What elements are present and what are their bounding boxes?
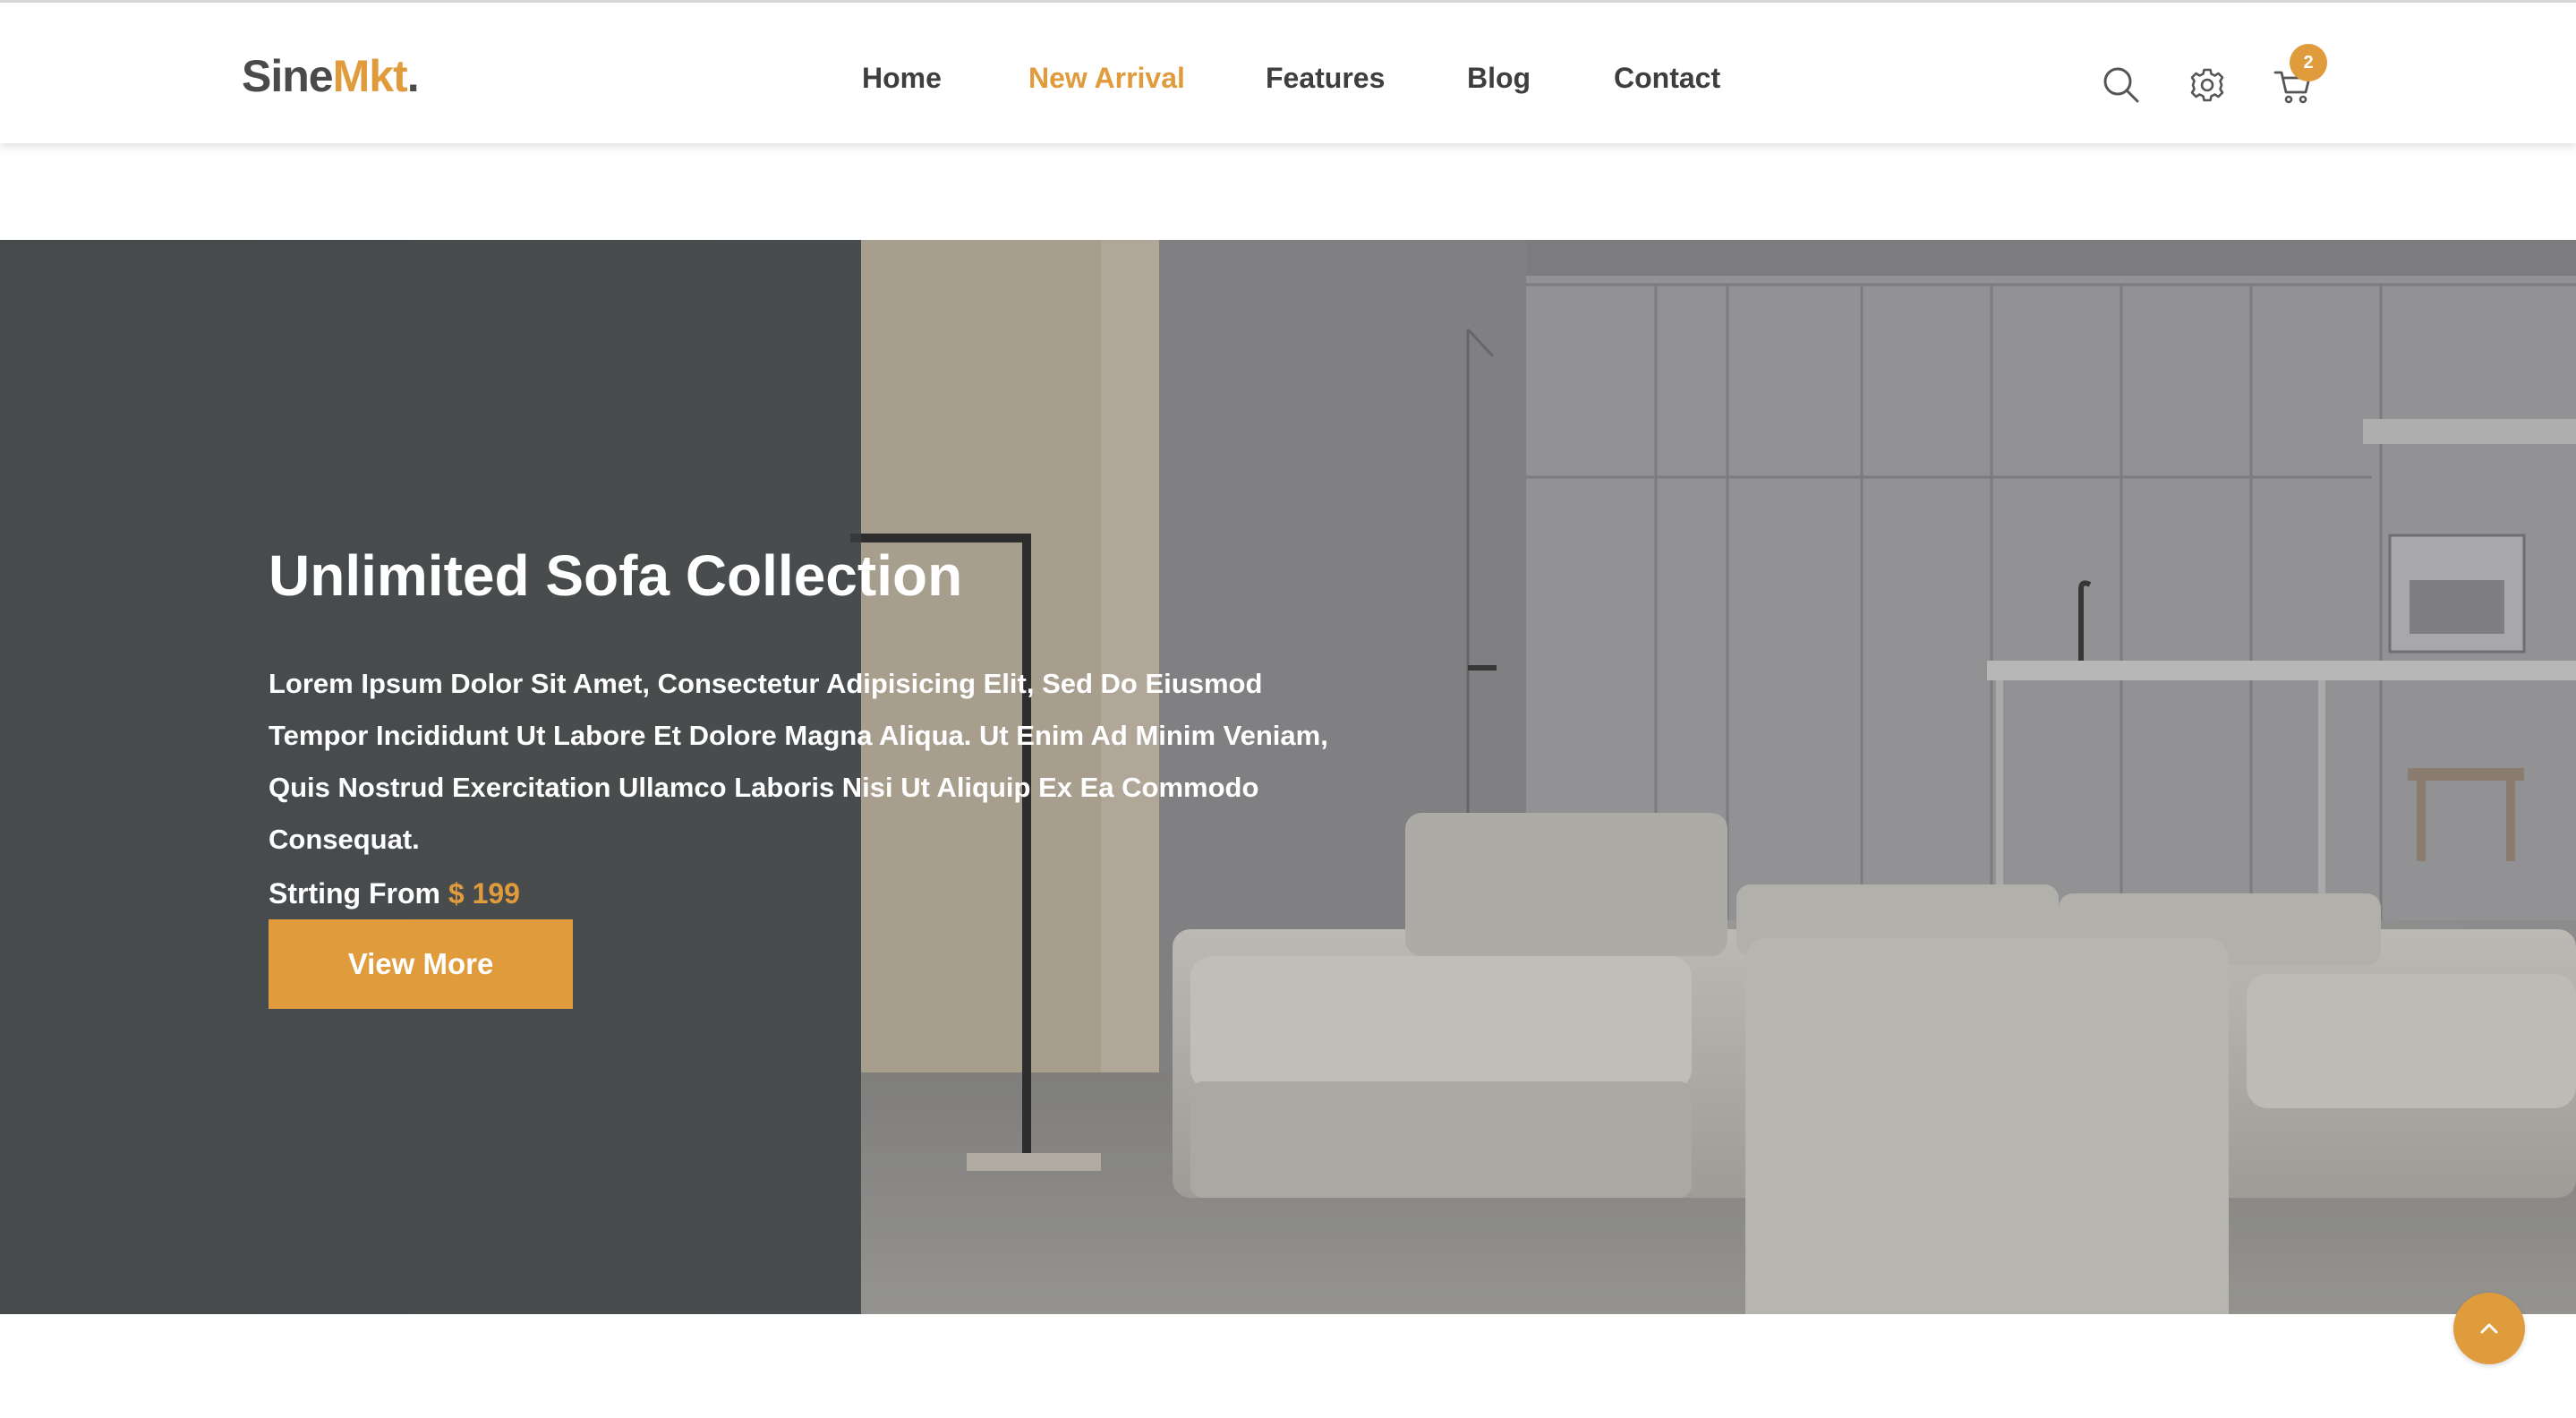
gear-icon[interactable] bbox=[2182, 60, 2232, 110]
price-amount: $ 199 bbox=[448, 877, 520, 910]
hero-title: Unlimited Sofa Collection bbox=[269, 543, 963, 608]
nav-new-arrival[interactable]: New Arrival bbox=[1028, 58, 1185, 98]
cart-count-badge: 2 bbox=[2290, 44, 2327, 81]
nav-blog[interactable]: Blog bbox=[1467, 58, 1531, 98]
scroll-to-top-button[interactable] bbox=[2453, 1293, 2525, 1364]
search-icon[interactable] bbox=[2096, 60, 2146, 110]
nav-contact[interactable]: Contact bbox=[1614, 58, 1720, 98]
nav-home[interactable]: Home bbox=[862, 58, 942, 98]
site-header: SineMkt. Home New Arrival Features Blog … bbox=[0, 0, 2576, 143]
hero-description: Lorem Ipsum Dolor Sit Amet, Consectetur … bbox=[269, 668, 1328, 855]
hero-price: Strting From $ 199 bbox=[269, 871, 1432, 916]
hero-banner: Unlimited Sofa Collection Lorem Ipsum Do… bbox=[0, 240, 2576, 1314]
nav-features[interactable]: Features bbox=[1266, 58, 1385, 98]
hero-content: Unlimited Sofa Collection Lorem Ipsum Do… bbox=[269, 540, 1432, 916]
price-prefix: Strting From bbox=[269, 877, 440, 910]
chevron-up-icon bbox=[2480, 1323, 2498, 1334]
view-more-button[interactable]: View More bbox=[269, 919, 573, 1009]
